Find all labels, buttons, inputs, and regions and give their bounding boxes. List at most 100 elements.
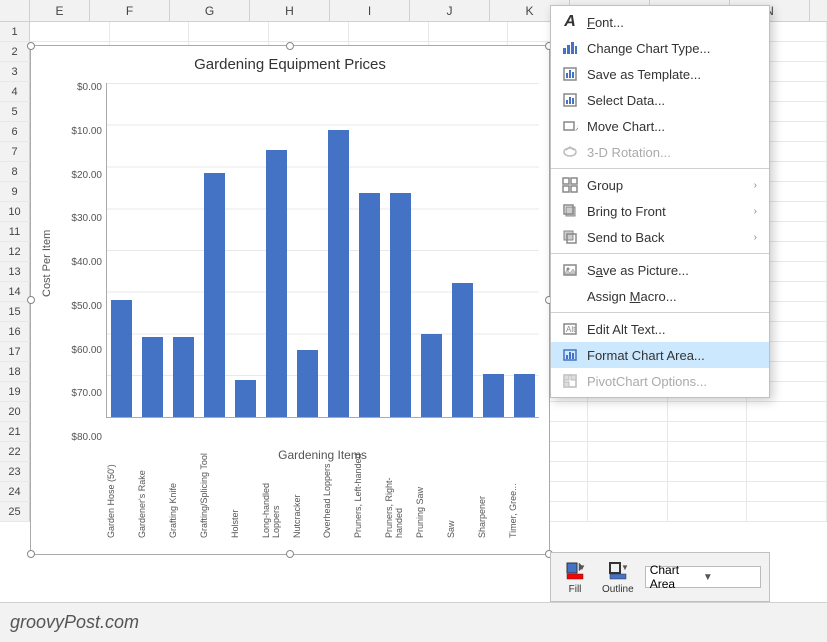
menu-item-pivotchart-options: PivotChart Options... — [551, 368, 769, 394]
row-number: 8 — [0, 162, 30, 181]
menu-item-label-bring-to-front: Bring to Front — [587, 204, 754, 219]
row-number: 7 — [0, 142, 30, 161]
svg-text:Alt: Alt — [566, 325, 576, 334]
menu-item-format-chart-area[interactable]: Format Chart Area... — [551, 342, 769, 368]
row-number: 15 — [0, 302, 30, 321]
save-as-picture-icon — [559, 262, 581, 278]
row-number: 25 — [0, 502, 30, 521]
grid-cell[interactable] — [588, 462, 668, 481]
x-label-wrap: Pruning Saw — [415, 448, 446, 543]
chart-plot: $80.00$70.00$60.00$50.00$40.00$30.00$20.… — [61, 83, 539, 443]
resize-handle-bottom-left[interactable] — [27, 550, 35, 558]
chart-bar — [266, 150, 286, 417]
grid-cell[interactable] — [588, 422, 668, 441]
menu-item-save-as-template[interactable]: Save as Template... — [551, 61, 769, 87]
chart-area-dropdown[interactable]: Chart Area ▼ — [645, 566, 761, 588]
grid-cell[interactable] — [30, 22, 110, 41]
col-header-h: H — [250, 0, 330, 21]
bar-wrapper[interactable] — [107, 83, 136, 417]
grid-cell[interactable] — [668, 482, 748, 501]
grid-cell[interactable] — [747, 502, 827, 521]
menu-item-group[interactable]: Group› — [551, 172, 769, 198]
chart-area-text: Chart Area — [650, 563, 703, 591]
x-label-wrap: Garden Hose (50') — [106, 448, 137, 543]
bottom-bar: groovyPost.com — [0, 602, 827, 642]
3d-rotation-icon — [559, 144, 581, 160]
y-axis-tick: $20.00 — [61, 171, 106, 181]
resize-handle-top-left[interactable] — [27, 42, 35, 50]
grid-cell[interactable] — [189, 22, 269, 41]
grid-cell[interactable] — [110, 22, 190, 41]
row-number: 1 — [0, 22, 30, 41]
bar-wrapper[interactable] — [169, 83, 198, 417]
grid-cell[interactable] — [747, 442, 827, 461]
bar-wrapper[interactable] — [262, 83, 291, 417]
resize-handle-bottom-center[interactable] — [286, 550, 294, 558]
grid-cell[interactable] — [349, 22, 429, 41]
menu-item-select-data[interactable]: Select Data... — [551, 87, 769, 113]
fill-icon: ▼ — [564, 560, 586, 582]
bar-wrapper[interactable] — [293, 83, 322, 417]
resize-handle-top-center[interactable] — [286, 42, 294, 50]
grid-cell[interactable] — [269, 22, 349, 41]
bar-wrapper[interactable] — [448, 83, 477, 417]
chart-container[interactable]: Gardening Equipment Prices Cost Per Item… — [30, 45, 550, 555]
col-header-i: I — [330, 0, 410, 21]
bar-wrapper[interactable] — [138, 83, 167, 417]
x-label-wrap: Holster — [230, 448, 261, 543]
svg-text:↗: ↗ — [574, 123, 578, 133]
col-header-j: J — [410, 0, 490, 21]
menu-item-font[interactable]: AFont... — [551, 9, 769, 35]
bar-wrapper[interactable] — [324, 83, 353, 417]
row-number: 24 — [0, 482, 30, 501]
grid-cell[interactable] — [747, 482, 827, 501]
menu-item-label-group: Group — [587, 178, 754, 193]
grid-cell[interactable] — [588, 402, 668, 421]
bar-wrapper[interactable] — [231, 83, 260, 417]
menu-item-save-as-picture[interactable]: Save as Picture... — [551, 257, 769, 283]
menu-divider — [551, 168, 769, 169]
bar-wrapper[interactable] — [510, 83, 539, 417]
row-number: 22 — [0, 442, 30, 461]
grid-cell[interactable] — [668, 462, 748, 481]
grid-cell[interactable] — [668, 402, 748, 421]
menu-item-bring-to-front[interactable]: Bring to Front› — [551, 198, 769, 224]
grid-cell[interactable] — [747, 422, 827, 441]
x-axis-label-item: Garden Hose (50') — [106, 448, 116, 538]
bar-wrapper[interactable] — [355, 83, 384, 417]
grid-cell[interactable] — [668, 422, 748, 441]
y-axis-tick: $70.00 — [61, 389, 106, 399]
bar-wrapper[interactable] — [479, 83, 508, 417]
menu-item-label-move-chart: Move Chart... — [587, 119, 757, 134]
grid-cell[interactable] — [747, 402, 827, 421]
grid-cell[interactable] — [429, 22, 509, 41]
bar-wrapper[interactable] — [386, 83, 415, 417]
bar-wrapper[interactable] — [417, 83, 446, 417]
menu-item-change-chart-type[interactable]: Change Chart Type... — [551, 35, 769, 61]
menu-item-edit-alt-text[interactable]: AltEdit Alt Text... — [551, 316, 769, 342]
grid-cell[interactable] — [747, 462, 827, 481]
grid-cell[interactable] — [668, 442, 748, 461]
outline-button[interactable]: ▼ Outline — [597, 557, 639, 598]
group-icon — [559, 177, 581, 193]
grid-cell[interactable] — [588, 482, 668, 501]
menu-item-assign-macro[interactable]: Assign Macro... — [551, 283, 769, 309]
row-number: 14 — [0, 282, 30, 301]
edit-alt-text-icon: Alt — [559, 321, 581, 337]
x-label-wrap: Sharpener — [477, 448, 508, 543]
x-axis-label-item: Sharpener — [477, 448, 487, 538]
menu-item-send-to-back[interactable]: Send to Back› — [551, 224, 769, 250]
resize-handle-left-center[interactable] — [27, 296, 35, 304]
grid-cell[interactable] — [588, 442, 668, 461]
row-number: 5 — [0, 102, 30, 121]
y-axis-ticks: $80.00$70.00$60.00$50.00$40.00$30.00$20.… — [61, 83, 106, 443]
row-number: 16 — [0, 322, 30, 341]
fill-button[interactable]: ▼ Fill — [559, 557, 591, 598]
bar-wrapper[interactable] — [200, 83, 229, 417]
grid-cell[interactable] — [588, 502, 668, 521]
chart-bar — [173, 337, 193, 417]
menu-item-move-chart[interactable]: ↗ Move Chart... — [551, 113, 769, 139]
grid-cell[interactable] — [668, 502, 748, 521]
x-label-wrap: Nutcracker — [292, 448, 323, 543]
row-number: 17 — [0, 342, 30, 361]
